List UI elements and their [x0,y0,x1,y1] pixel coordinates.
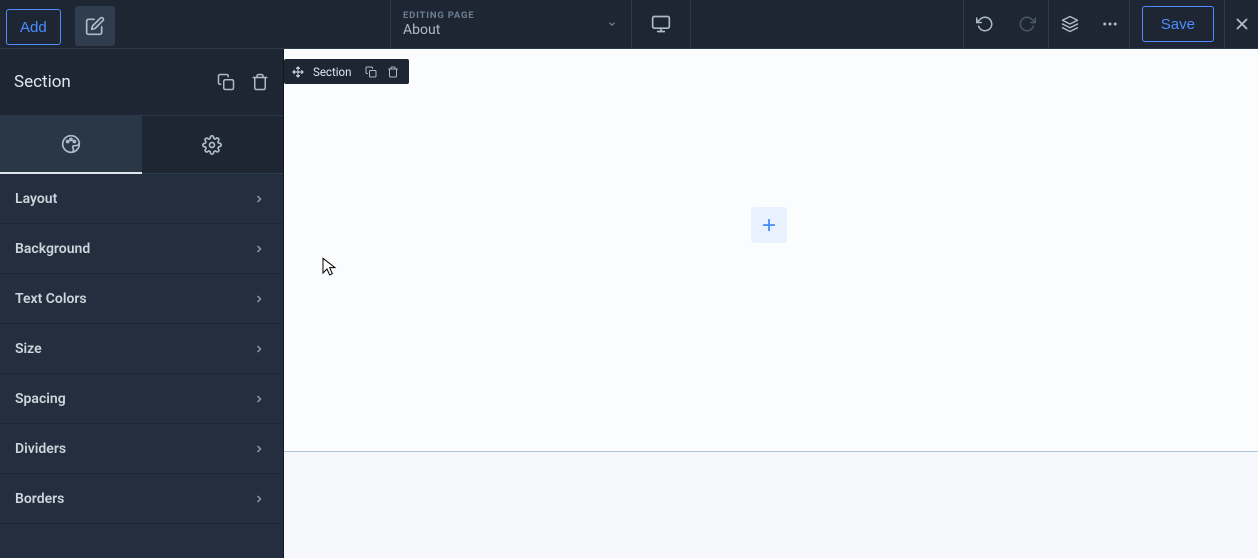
divider [1129,0,1130,48]
topbar-left: Add [0,0,115,48]
sidebar-item-label: Borders [15,491,64,507]
chevron-right-icon [253,393,265,405]
section-toolbar: Section [284,59,409,84]
sidebar-item-size[interactable]: Size [0,324,283,374]
sidebar-item-label: Size [15,341,42,357]
sidebar-header-icons [217,73,269,91]
cursor-icon [321,257,337,277]
sidebar-item-background[interactable]: Background [0,224,283,274]
page-selector-value: About [403,22,617,38]
topbar-right: Save [963,0,1258,48]
layers-button[interactable] [1049,0,1091,48]
chevron-right-icon [253,193,265,205]
add-element-button[interactable] [751,207,787,243]
redo-button[interactable] [1006,0,1048,48]
sidebar-item-borders[interactable]: Borders [0,474,283,524]
chevron-right-icon [253,243,265,255]
save-button[interactable]: Save [1142,6,1214,42]
pencil-square-icon [85,16,105,36]
tab-style[interactable] [0,116,142,174]
more-horizontal-icon [1101,15,1119,33]
sidebar-title: Section [14,72,217,92]
sidebar-item-dividers[interactable]: Dividers [0,424,283,474]
chevron-right-icon [253,343,265,355]
chevron-right-icon [253,443,265,455]
plus-icon [760,216,778,234]
device-preview-button[interactable] [632,0,691,48]
sidebar-item-label: Dividers [15,441,66,457]
delete-button[interactable] [251,73,269,91]
page-selector-label: EDITING PAGE [403,10,617,21]
undo-icon [976,15,994,33]
chevron-right-icon [253,293,265,305]
sidebar-header: Section [0,49,283,116]
sidebar-item-label: Spacing [15,391,66,407]
sidebar-tabs [0,116,283,174]
duplicate-button[interactable] [217,73,235,91]
main: Section [0,49,1258,558]
close-icon [1233,15,1251,33]
sidebar-item-layout[interactable]: Layout [0,174,283,224]
section-area[interactable] [284,49,1258,452]
sidebar: Section [0,49,284,558]
desktop-icon [651,14,671,34]
add-button[interactable]: Add [6,9,61,45]
chevron-down-icon [607,19,617,29]
sidebar-item-label: Layout [15,191,57,207]
sidebar-item-label: Background [15,241,90,257]
section-name: Section [313,65,351,79]
edit-button[interactable] [75,6,115,46]
canvas: Section [284,49,1258,558]
more-button[interactable] [1091,0,1129,48]
layers-icon [1061,15,1079,33]
close-button[interactable] [1224,0,1258,48]
undo-button[interactable] [964,0,1006,48]
sidebar-list: Layout Background Text Colors Size [0,174,283,524]
page-selector[interactable]: EDITING PAGE About [390,0,632,48]
sidebar-item-text-colors[interactable]: Text Colors [0,274,283,324]
sidebar-item-label: Text Colors [15,291,87,307]
style-icon [61,134,81,154]
chevron-right-icon [253,493,265,505]
gear-icon [202,135,222,155]
redo-icon [1018,15,1036,33]
move-icon[interactable] [292,66,304,78]
topbar: Add EDITING PAGE About [0,0,1258,49]
tab-settings[interactable] [142,116,284,174]
sidebar-item-spacing[interactable]: Spacing [0,374,283,424]
topbar-center: EDITING PAGE About [390,0,691,48]
section-delete-button[interactable] [385,66,401,78]
section-duplicate-button[interactable] [363,66,379,78]
